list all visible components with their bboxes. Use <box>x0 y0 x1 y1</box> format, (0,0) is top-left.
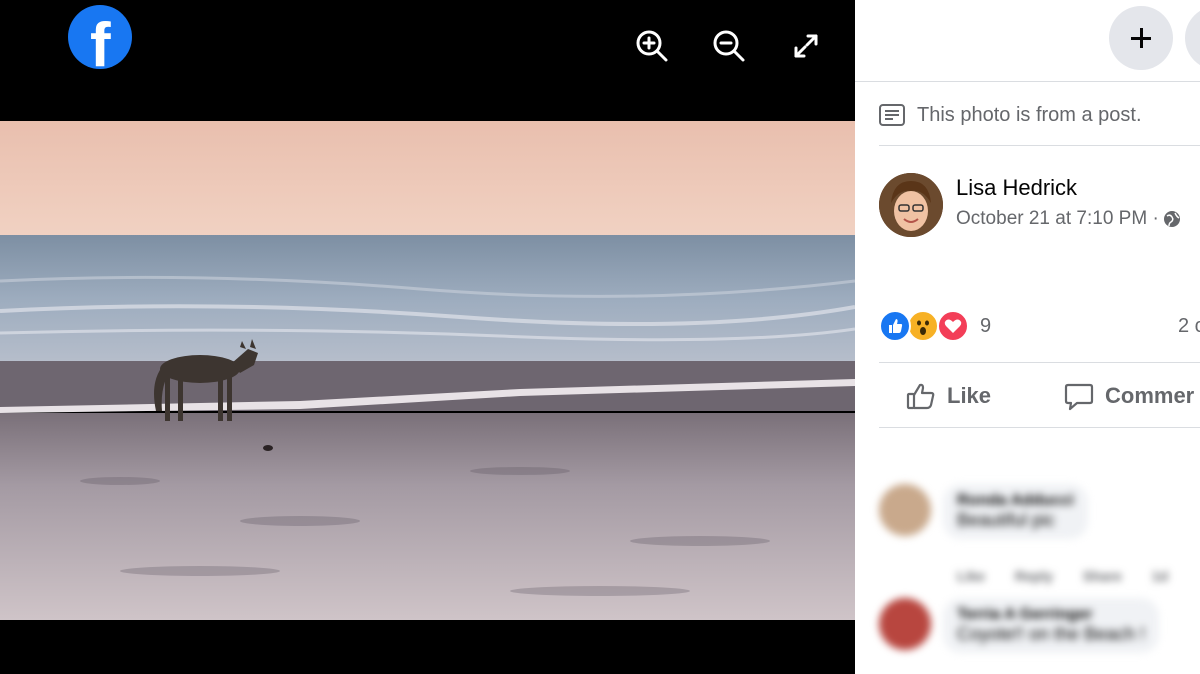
photo-viewer: f <box>0 0 855 674</box>
comment-button[interactable]: Commer <box>1063 376 1194 416</box>
like-reaction-icon <box>879 310 911 342</box>
post-actions: Like Commer <box>879 362 1200 428</box>
comment-avatar[interactable] <box>879 484 931 536</box>
reactions-bar[interactable]: 9 2 c <box>879 310 1200 350</box>
comment-text: Coyote!! on the Beach ! <box>957 624 1146 644</box>
reaction-count: 9 <box>980 315 992 337</box>
menu-button[interactable] <box>1185 6 1200 70</box>
commenter-name[interactable]: Terria A Gerringer <box>957 606 1145 624</box>
like-button[interactable]: Like <box>905 376 991 416</box>
comment-avatar[interactable] <box>879 598 931 650</box>
thumbs-up-icon <box>906 383 935 410</box>
create-plus-button[interactable] <box>1109 6 1173 70</box>
post-panel: This photo is from a post. Lisa Hedrick … <box>855 0 1200 674</box>
comment-label: Commer <box>1105 383 1195 408</box>
comment-bubble: Ronda Adducci Beautiful pic <box>943 484 1088 539</box>
comment-text: Beautiful pic <box>957 510 1056 530</box>
comment-icon <box>1064 383 1094 411</box>
wow-reaction-icon <box>907 310 939 342</box>
from-post-text: This photo is from a post. <box>917 104 1142 126</box>
post-author: Lisa Hedrick October 21 at 7:10 PM · <box>879 173 1200 239</box>
post-timestamp: October 21 at 7:10 PM · <box>956 208 1181 230</box>
globe-icon <box>1163 211 1180 227</box>
avatar[interactable] <box>879 173 943 237</box>
comment-count[interactable]: 2 c <box>1178 315 1200 338</box>
like-label: Like <box>947 383 992 408</box>
fullscreen-icon[interactable] <box>788 28 824 64</box>
comment-actions[interactable]: Like Reply Share 1d <box>957 568 1168 584</box>
comment-bubble: Terria A Gerringer Coyote!! on the Beach… <box>943 598 1160 653</box>
top-bar <box>855 0 1200 82</box>
author-name[interactable]: Lisa Hedrick <box>956 175 1077 201</box>
zoom-in-icon[interactable] <box>634 28 670 64</box>
from-post-notice[interactable]: This photo is from a post. <box>879 100 1200 146</box>
commenter-name[interactable]: Ronda Adducci <box>957 492 1074 510</box>
beach-coyote-photo <box>0 121 855 620</box>
facebook-logo-letter: f <box>90 11 111 69</box>
comments-list: Ronda Adducci Beautiful pic Like Reply S… <box>855 470 1200 674</box>
post-meta-text[interactable]: October 21 at 7:10 PM · <box>956 208 1159 230</box>
love-reaction-icon <box>937 310 969 342</box>
post-icon <box>879 104 905 126</box>
zoom-out-icon[interactable] <box>711 28 747 64</box>
facebook-logo-icon[interactable]: f <box>68 5 132 69</box>
